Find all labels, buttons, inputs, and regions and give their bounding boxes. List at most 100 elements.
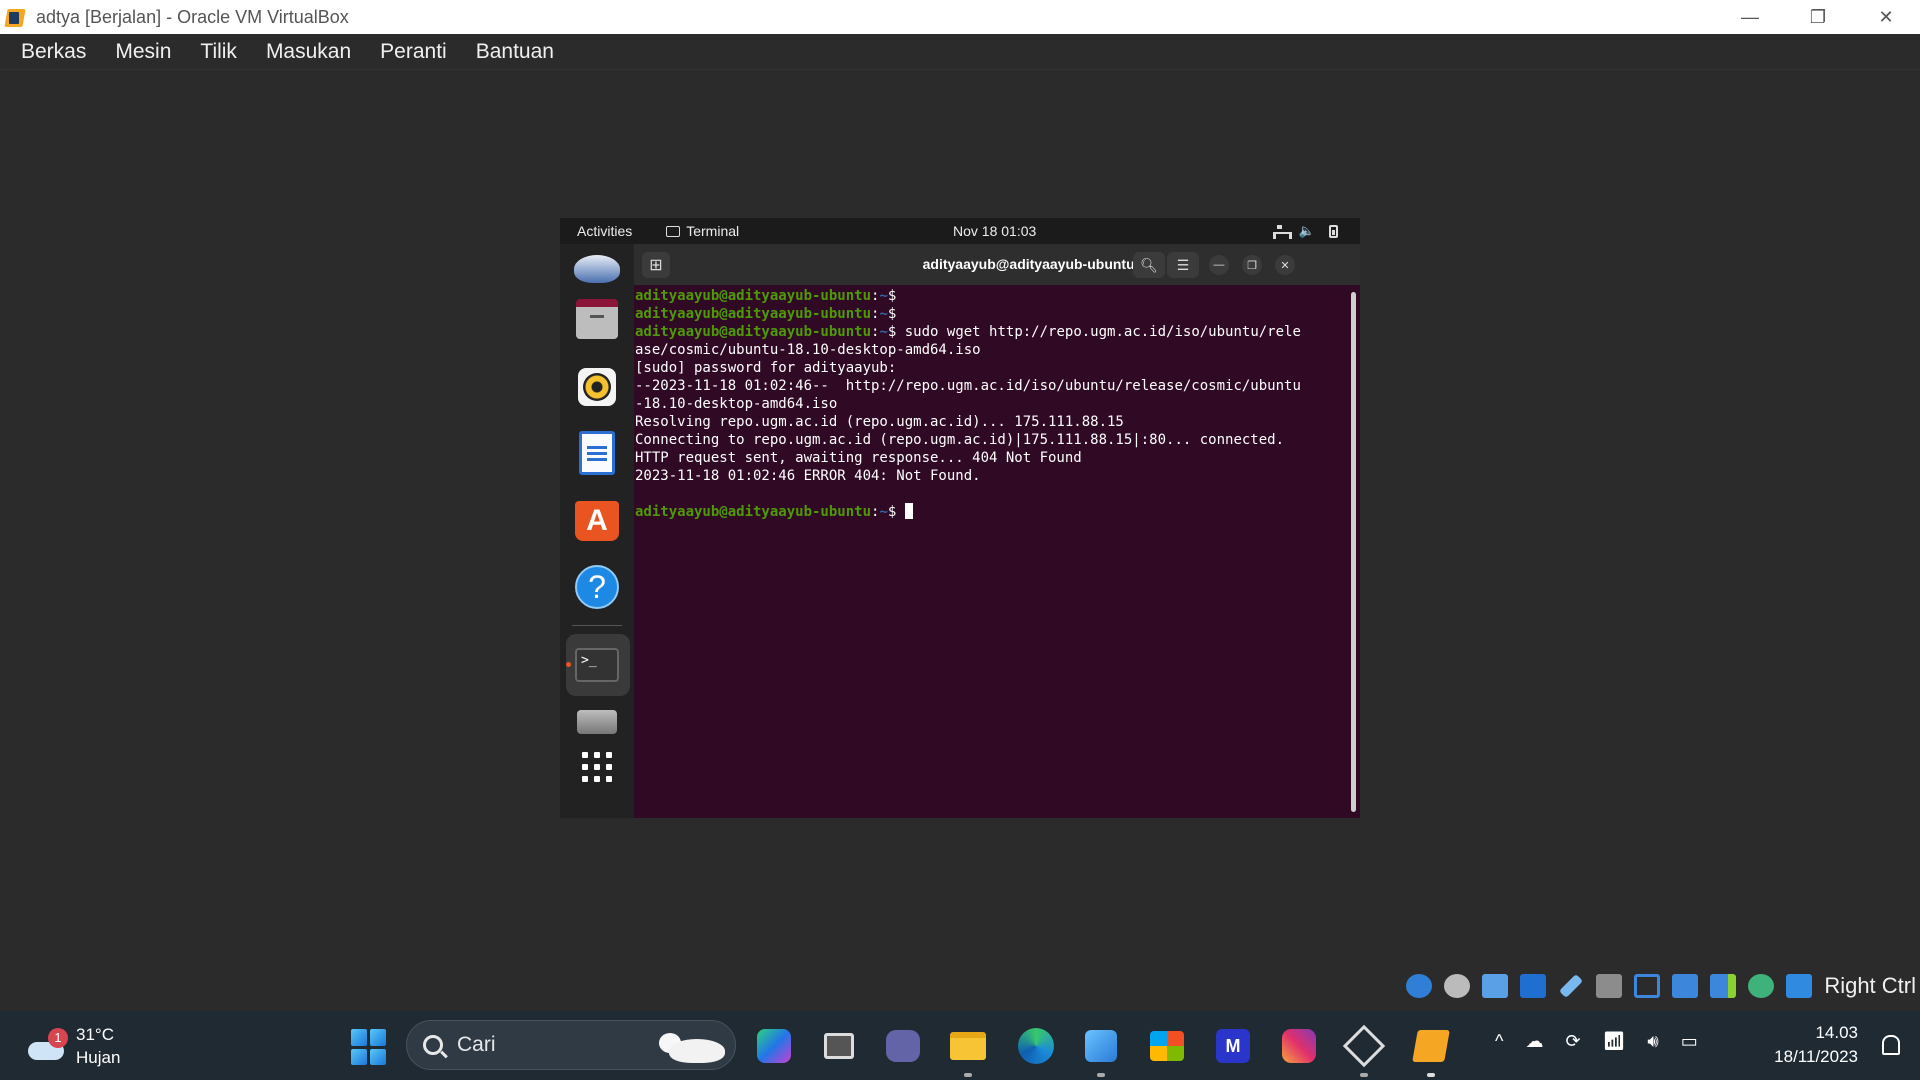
start-button[interactable] — [351, 1029, 387, 1065]
chevron-up-icon[interactable]: ^ — [1495, 1031, 1503, 1052]
search-button[interactable]: 🔍︎ — [1133, 252, 1165, 278]
keyboard-capture-icon[interactable] — [1782, 969, 1816, 1003]
virtualbox-package-icon[interactable] — [1342, 1024, 1386, 1077]
display-icon[interactable] — [1630, 969, 1664, 1003]
search-highlight-image — [659, 1027, 729, 1067]
shared-folders-icon[interactable] — [1592, 969, 1626, 1003]
mathway-icon[interactable]: M — [1212, 1025, 1254, 1067]
files-icon[interactable] — [574, 296, 620, 342]
guest-screen[interactable]: Activities Terminal Nov 18 01:03 🔈 A ? >… — [560, 218, 1360, 818]
menu-bantuan[interactable]: Bantuan — [476, 40, 554, 64]
close-terminal-button[interactable]: ✕ — [1275, 255, 1295, 275]
terminal-prompt-line: adityaayub@adityaayub-ubuntu:~$ — [635, 503, 1343, 521]
terminal-prompt-line: adityaayub@adityaayub-ubuntu:~$ sudo wge… — [635, 324, 1301, 340]
usb-icon[interactable] — [1554, 969, 1588, 1003]
network-icon — [1272, 225, 1292, 239]
microsoft-store-icon[interactable] — [1146, 1025, 1188, 1067]
search-placeholder: Cari — [457, 1033, 496, 1056]
optical-drive-icon[interactable] — [1440, 969, 1474, 1003]
menu-berkas[interactable]: Berkas — [21, 40, 86, 64]
sync-icon[interactable]: ⟳ — [1565, 1031, 1580, 1052]
maximize-terminal-button[interactable]: ❐ — [1242, 255, 1262, 275]
host-key-label: Right Ctrl — [1824, 973, 1916, 998]
edge-icon[interactable] — [1015, 1025, 1057, 1067]
app-menu[interactable]: Terminal — [666, 223, 739, 239]
terminal-output-line: -18.10-desktop-amd64.iso — [635, 396, 838, 412]
menu-button[interactable]: ☰ — [1167, 252, 1199, 278]
instagram-icon[interactable] — [1278, 1025, 1320, 1067]
rhythmbox-icon[interactable] — [574, 364, 620, 410]
network-adapter-icon[interactable] — [1516, 969, 1550, 1003]
battery-icon[interactable]: ▭ — [1681, 1031, 1698, 1052]
cpu-icon[interactable] — [1706, 969, 1740, 1003]
terminal-headerbar: ⊞ adityaayub@adityaayub-ubuntu: ~ 🔍︎ ☰ —… — [634, 244, 1360, 285]
prompt-user: adityaayub@adityaayub-ubuntu — [635, 306, 872, 322]
prompt-command: $ — [887, 306, 897, 322]
taskbar-search[interactable]: Cari — [406, 1020, 736, 1070]
thunderbird-icon[interactable] — [574, 246, 620, 292]
ubuntu-clock[interactable]: Nov 18 01:03 — [953, 223, 1036, 239]
terminal-output-line: HTTP request sent, awaiting response... … — [635, 450, 1082, 466]
taskbar-clock[interactable]: 14.03 18/11/2023 — [1774, 1021, 1858, 1069]
minimize-terminal-button[interactable]: — — [1209, 255, 1229, 275]
minimize-button[interactable]: — — [1716, 0, 1784, 34]
weather-temp: 31°C — [76, 1025, 114, 1044]
software-center-icon[interactable]: A — [574, 498, 620, 544]
running-indicator — [566, 662, 571, 667]
menu-masukan[interactable]: Masukan — [266, 40, 351, 64]
terminal-small-icon — [666, 225, 681, 237]
prompt-path: ~ — [879, 324, 888, 340]
teams-chat-icon[interactable] — [882, 1025, 924, 1067]
show-apps-icon[interactable] — [574, 744, 620, 790]
window-titlebar[interactable]: adtya [Berjalan] - Oracle VM VirtualBox … — [0, 0, 1920, 34]
terminal-output-line: [sudo] password for adityaayub: — [635, 360, 897, 376]
search-icon — [423, 1035, 443, 1055]
speaker-icon[interactable]: 🔊︎ — [1647, 1031, 1658, 1052]
virtualbox-icon — [4, 6, 26, 28]
terminal-icon[interactable]: >_ — [574, 642, 620, 688]
prompt-user: adityaayub@adityaayub-ubuntu — [635, 288, 872, 304]
prompt-path: ~ — [879, 288, 888, 304]
weather-widget[interactable]: 1 31°C Hujan — [28, 1023, 120, 1069]
notification-area: ^ ☁ ⟳ 📶︎ 🔊︎ ▭ — [1495, 1031, 1698, 1052]
menu-mesin[interactable]: Mesin — [115, 40, 171, 64]
hard-disk-icon[interactable] — [1402, 969, 1436, 1003]
help-icon[interactable]: ? — [574, 564, 620, 610]
prompt-path: ~ — [879, 504, 888, 520]
windows-taskbar: 1 31°C Hujan Cari M ^ ☁ ⟳ 📶︎ 🔊︎ ▭ 14.03 … — [0, 1011, 1920, 1080]
mouse-integration-icon[interactable] — [1744, 969, 1778, 1003]
task-view-icon[interactable] — [818, 1025, 860, 1067]
notification-bell-icon[interactable] — [1882, 1035, 1900, 1055]
taskbar-time: 14.03 — [1815, 1023, 1858, 1042]
terminal-output-line: Connecting to repo.ugm.ac.id (repo.ugm.a… — [635, 432, 1285, 448]
file-explorer-icon[interactable] — [947, 1025, 989, 1077]
virtualbox-running-icon[interactable] — [1410, 1025, 1452, 1077]
terminal-output-line: --2023-11-18 01:02:46-- http://repo.ugm.… — [635, 378, 1301, 394]
system-tray[interactable]: 🔈 — [1272, 223, 1338, 239]
taskbar-date: 18/11/2023 — [1774, 1047, 1858, 1066]
audio-icon[interactable] — [1478, 969, 1512, 1003]
window-title: adtya [Berjalan] - Oracle VM VirtualBox — [36, 6, 349, 27]
menu-tilik[interactable]: Tilik — [200, 40, 237, 64]
terminal-output[interactable]: adityaayub@adityaayub-ubuntu:~$ adityaayu… — [635, 287, 1343, 817]
restore-button[interactable]: ❐ — [1784, 0, 1852, 34]
terminal-window[interactable]: ⊞ adityaayub@adityaayub-ubuntu: ~ 🔍︎ ☰ —… — [634, 244, 1360, 818]
terminal-cursor — [904, 503, 913, 519]
activities-button[interactable]: Activities — [577, 223, 632, 239]
close-button[interactable]: ✕ — [1852, 0, 1920, 34]
battery-icon — [1329, 224, 1338, 238]
menu-peranti[interactable]: Peranti — [380, 40, 447, 64]
photos-icon[interactable] — [1080, 1025, 1122, 1077]
wifi-icon[interactable]: 📶︎ — [1603, 1031, 1626, 1052]
recording-icon[interactable] — [1668, 969, 1702, 1003]
prompt-command: $ sudo wget http://repo.ugm.ac.id/iso/ub… — [887, 324, 1301, 340]
terminal-scrollbar[interactable] — [1351, 292, 1356, 812]
drive-icon[interactable] — [574, 699, 620, 745]
libreoffice-writer-icon[interactable] — [574, 430, 620, 476]
prompt-command: $ — [887, 504, 905, 520]
onedrive-error-icon[interactable]: ☁ — [1525, 1031, 1543, 1052]
copilot-icon[interactable] — [753, 1025, 795, 1067]
weather-condition: Hujan — [76, 1048, 121, 1067]
vbox-status-bar: Right Ctrl — [1402, 966, 1920, 1006]
